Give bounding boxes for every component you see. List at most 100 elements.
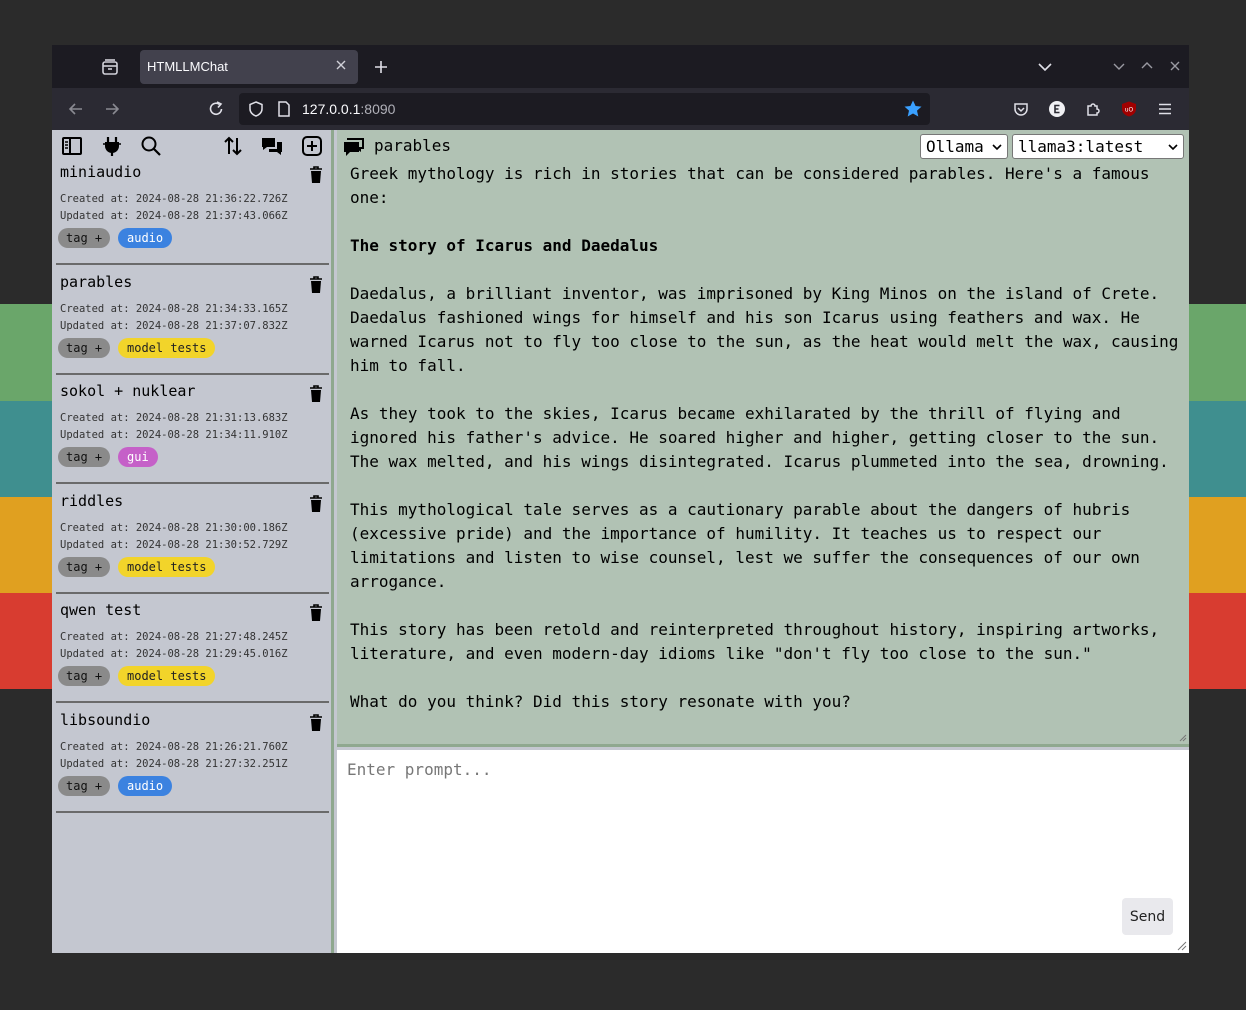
updated-at: Updated at: 2024-08-28 21:30:52.729Z: [60, 539, 288, 551]
chat-area: parables Ollama llama3:latest Greek myth…: [337, 130, 1189, 747]
conversation-title[interactable]: miniaudio: [60, 163, 141, 181]
conversation-item[interactable]: parables Created at: 2024-08-28 21:34:33…: [56, 272, 329, 375]
browser-tab[interactable]: HTMLLMChat: [140, 50, 358, 84]
tag-badge[interactable]: model tests: [118, 666, 216, 686]
message-paragraph: This mythological tale serves as a cauti…: [350, 500, 1140, 591]
prompt-input[interactable]: [337, 750, 1189, 953]
trash-icon[interactable]: [309, 385, 323, 403]
tag-badge[interactable]: model tests: [118, 557, 216, 577]
sort-icon[interactable]: [222, 135, 244, 157]
chevron-down-icon[interactable]: [1036, 58, 1054, 76]
trash-icon[interactable]: [309, 276, 323, 294]
chat-title: parables: [374, 136, 452, 155]
forward-icon[interactable]: [103, 100, 121, 118]
conversation-item[interactable]: qwen test Created at: 2024-08-28 21:27:4…: [56, 600, 329, 703]
conversation-title[interactable]: qwen test: [60, 601, 141, 619]
updated-at: Updated at: 2024-08-28 21:29:45.016Z: [60, 648, 288, 660]
message-paragraph: As they took to the skies, Icarus became…: [350, 404, 1169, 471]
new-tab-icon[interactable]: [372, 58, 390, 76]
url-text[interactable]: 127.0.0.1:8090: [302, 101, 395, 117]
app: miniaudio Created at: 2024-08-28 21:36:2…: [52, 130, 1189, 953]
pocket-icon[interactable]: [1012, 100, 1030, 118]
shield-icon[interactable]: [247, 100, 265, 118]
conversation-title[interactable]: parables: [60, 273, 132, 291]
nav-bar: 127.0.0.1:8090 uO: [52, 88, 1189, 130]
extension-e-icon[interactable]: [1048, 100, 1066, 118]
browser-window: HTMLLMChat 127.0.0.1:8090 uO miniaudio C…: [52, 45, 1189, 953]
tab-bar: HTMLLMChat: [52, 45, 1189, 88]
chat-main: parables Ollama llama3:latest Greek myth…: [337, 130, 1189, 953]
tag-badge[interactable]: audio: [118, 228, 173, 248]
new-chat-icon[interactable]: [301, 135, 323, 157]
updated-at: Updated at: 2024-08-28 21:37:07.832Z: [60, 320, 288, 332]
updated-at: Updated at: 2024-08-28 21:34:11.910Z: [60, 429, 288, 441]
updated-at: Updated at: 2024-08-28 21:27:32.251Z: [60, 758, 288, 770]
provider-select-value: Ollama: [926, 137, 984, 156]
message-paragraph: Greek mythology is rich in stories that …: [350, 164, 1150, 207]
conversation-item[interactable]: miniaudio Created at: 2024-08-28 21:36:2…: [56, 162, 329, 265]
add-tag-button[interactable]: tag +: [58, 666, 111, 686]
star-icon[interactable]: [903, 99, 923, 119]
chevron-down-icon: [992, 144, 1002, 151]
conversation-title[interactable]: libsoundio: [60, 711, 150, 729]
created-at: Created at: 2024-08-28 21:31:13.683Z: [60, 412, 288, 424]
tag-badge[interactable]: audio: [118, 776, 173, 796]
add-tag-button[interactable]: tag +: [58, 557, 111, 577]
tab-groups-icon[interactable]: [100, 57, 120, 77]
back-icon[interactable]: [67, 100, 85, 118]
provider-select[interactable]: Ollama: [920, 134, 1008, 159]
conversation-item[interactable]: riddles Created at: 2024-08-28 21:30:00.…: [56, 491, 329, 594]
window-close-icon[interactable]: [1168, 59, 1182, 73]
created-at: Created at: 2024-08-28 21:26:21.760Z: [60, 741, 288, 753]
updated-at: Updated at: 2024-08-28 21:37:43.066Z: [60, 210, 288, 222]
conversation-item[interactable]: libsoundio Created at: 2024-08-28 21:26:…: [56, 710, 329, 813]
tag-badge[interactable]: model tests: [118, 338, 216, 358]
chat-header: parables Ollama llama3:latest: [337, 130, 1189, 162]
message-paragraph: Daedalus, a brilliant inventor, was impr…: [350, 284, 1179, 375]
maximize-icon[interactable]: [1140, 59, 1154, 73]
tag-badge[interactable]: gui: [118, 447, 158, 467]
model-select[interactable]: llama3:latest: [1012, 134, 1184, 159]
created-at: Created at: 2024-08-28 21:27:48.245Z: [60, 631, 288, 643]
resize-grip-icon[interactable]: [1177, 941, 1187, 951]
plug-icon[interactable]: [101, 135, 123, 157]
trash-icon[interactable]: [309, 714, 323, 732]
search-icon[interactable]: [140, 135, 162, 157]
created-at: Created at: 2024-08-28 21:34:33.165Z: [60, 303, 288, 315]
sidebar-toolbar: [52, 130, 334, 162]
model-select-value: llama3:latest: [1018, 137, 1144, 156]
created-at: Created at: 2024-08-28 21:30:00.186Z: [60, 522, 288, 534]
page-icon[interactable]: [276, 100, 292, 118]
add-tag-button[interactable]: tag +: [58, 338, 111, 358]
message-paragraph: What do you think? Did this story resona…: [350, 692, 851, 711]
conversation-item[interactable]: sokol + nuklear Created at: 2024-08-28 2…: [56, 381, 329, 484]
add-tag-button[interactable]: tag +: [58, 447, 111, 467]
puzzle-icon[interactable]: [1084, 100, 1102, 118]
prompt-area: Send: [337, 750, 1189, 953]
sidebar: miniaudio Created at: 2024-08-28 21:36:2…: [52, 130, 334, 953]
message-heading: The story of Icarus and Daedalus: [350, 236, 659, 255]
trash-icon[interactable]: [309, 495, 323, 513]
message-paragraph: This story has been retold and reinterpr…: [350, 620, 1160, 663]
chat-bubble-icon: [344, 138, 364, 156]
close-icon[interactable]: [334, 58, 348, 72]
menu-icon[interactable]: [1156, 100, 1174, 118]
created-at: Created at: 2024-08-28 21:36:22.726Z: [60, 193, 288, 205]
reload-icon[interactable]: [207, 100, 225, 118]
add-tag-button[interactable]: tag +: [58, 228, 111, 248]
chats-icon[interactable]: [261, 135, 283, 157]
sidebar-toggle-icon[interactable]: [61, 135, 83, 157]
url-bar[interactable]: 127.0.0.1:8090: [239, 93, 930, 125]
trash-icon[interactable]: [309, 166, 323, 184]
minimize-icon[interactable]: [1112, 59, 1126, 73]
trash-icon[interactable]: [309, 604, 323, 622]
ublock-icon[interactable]: uO: [1120, 100, 1138, 118]
chevron-down-icon: [1168, 144, 1178, 151]
add-tag-button[interactable]: tag +: [58, 776, 111, 796]
send-button[interactable]: Send: [1122, 898, 1173, 935]
conversation-title[interactable]: riddles: [60, 492, 123, 510]
tab-title: HTMLLMChat: [147, 59, 228, 74]
conversation-title[interactable]: sokol + nuklear: [60, 382, 195, 400]
resize-grip-icon[interactable]: [1179, 734, 1187, 742]
assistant-message: Greek mythology is rich in stories that …: [350, 162, 1180, 738]
